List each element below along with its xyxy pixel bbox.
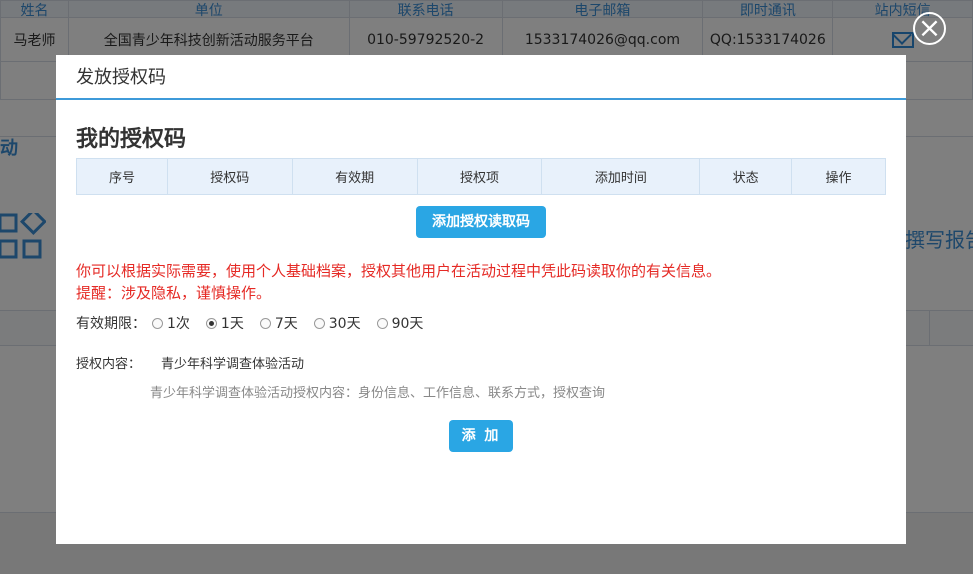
validity-option-1day[interactable]: 1天: [205, 313, 244, 333]
auth-table-header: 序号 授权码 有效期 授权项 添加时间 状态 操作: [76, 158, 886, 195]
radio-icon[interactable]: [376, 317, 388, 329]
dialog-title: 发放授权码: [56, 55, 906, 100]
col-index: 序号: [76, 158, 168, 195]
auth-code-table: 序号 授权码 有效期 授权项 添加时间 状态 操作: [76, 158, 886, 195]
reminder-line: 提醒：涉及隐私，谨慎操作。: [76, 284, 272, 302]
section-title: 我的授权码: [76, 127, 187, 152]
validity-options: 有效期限： 1次 1天 7天 30天 90天: [76, 313, 433, 333]
add-auth-code-button[interactable]: 添加授权读取码: [416, 206, 546, 238]
add-button[interactable]: 添 加: [449, 420, 513, 452]
validity-option-30days[interactable]: 30天: [313, 313, 361, 333]
close-button[interactable]: ×: [913, 12, 946, 45]
auth-content-row: 授权内容： 青少年科学调查体验活动: [76, 353, 304, 372]
validity-option-90days[interactable]: 90天: [376, 313, 423, 333]
col-item: 授权项: [416, 158, 543, 195]
col-status: 状态: [699, 158, 793, 195]
warning-line: 你可以根据实际需要，使用个人基础档案，授权其他用户在活动过程中凭此码读取你的有关…: [76, 262, 722, 280]
auth-content-value: 青少年科学调查体验活动: [161, 357, 305, 372]
col-validity: 有效期: [291, 158, 418, 195]
radio-selected-icon[interactable]: [205, 317, 217, 329]
col-code: 授权码: [166, 158, 293, 195]
validity-option-once[interactable]: 1次: [152, 313, 190, 333]
auth-code-dialog: 发放授权码 我的授权码 序号 授权码 有效期 授权项 添加时间 状态 操作 添加…: [56, 55, 906, 544]
auth-content-description: 青少年科学调查体验活动授权内容：身份信息、工作信息、联系方式，授权查询: [150, 386, 606, 401]
warning-text: 你可以根据实际需要，使用个人基础档案，授权其他用户在活动过程中凭此码读取你的有关…: [76, 260, 721, 304]
validity-label: 有效期限：: [76, 316, 146, 332]
radio-icon[interactable]: [152, 317, 163, 329]
auth-content-label: 授权内容：: [76, 357, 142, 372]
radio-icon[interactable]: [259, 317, 271, 329]
radio-icon[interactable]: [313, 317, 325, 329]
col-added-time: 添加时间: [541, 158, 701, 195]
validity-option-7days[interactable]: 7天: [259, 313, 298, 333]
col-action: 操作: [791, 158, 886, 195]
